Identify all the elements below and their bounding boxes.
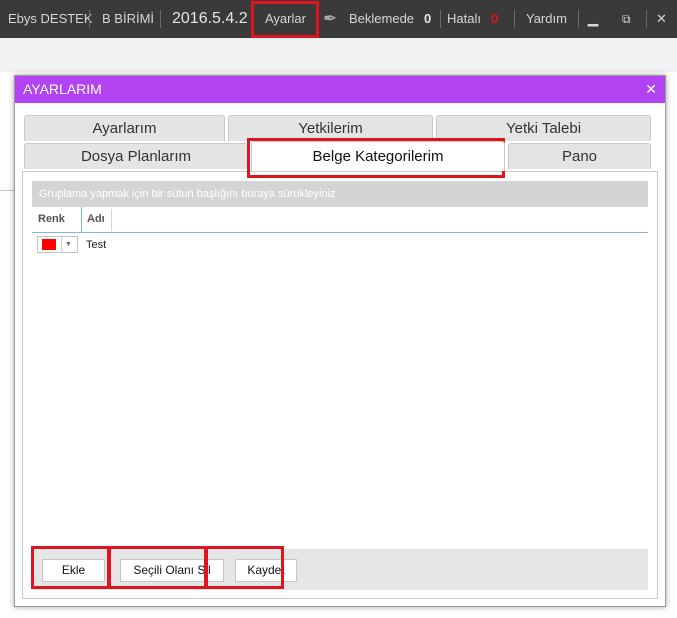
category-name: Test <box>86 239 107 251</box>
dialog-title: AYARLARIM <box>23 81 102 97</box>
close-icon[interactable]: ✕ <box>645 76 657 103</box>
help-menu-item[interactable]: Yardım <box>526 0 567 38</box>
divider <box>514 10 515 28</box>
delete-selected-button[interactable]: Seçili Olanı Sil <box>120 559 224 582</box>
tab-panel: Gruplama yapmak için bir sütun başlığını… <box>22 171 658 599</box>
pending-count: 0 <box>424 11 432 26</box>
add-button[interactable]: Ekle <box>42 559 105 582</box>
app-top-bar: Ebys DESTEK B BİRİMİ 2016.5.4.2 Ayarlar … <box>0 0 677 38</box>
chevron-down-icon[interactable]: ▼ <box>65 237 72 252</box>
pen-icon: ✒ <box>323 9 338 28</box>
divider <box>61 237 62 252</box>
tab-pano[interactable]: Pano <box>508 143 651 169</box>
column-divider <box>111 209 112 231</box>
table-row[interactable]: ▼ Test <box>32 233 648 257</box>
error-count: 0 <box>491 11 499 26</box>
error-label[interactable]: Hatalı <box>447 0 481 38</box>
pending-label[interactable]: Beklemede <box>349 0 414 38</box>
group-drop-area[interactable]: Gruplama yapmak için bir sütun başlığını… <box>32 181 648 207</box>
tab-yetki-talebi[interactable]: Yetki Talebi <box>436 115 651 141</box>
grid-header: Renk Adı <box>32 207 648 233</box>
minimize-icon[interactable]: ▁ <box>588 0 598 38</box>
divider <box>89 10 90 28</box>
button-bar: Ekle Seçili Olanı Sil Kaydet <box>32 549 648 590</box>
dialog-title-bar[interactable]: AYARLARIM ✕ <box>15 76 665 103</box>
unit-name[interactable]: B BİRİMİ <box>102 0 154 38</box>
restore-icon[interactable]: ⧉ <box>622 0 631 38</box>
save-button[interactable]: Kaydet <box>235 559 297 582</box>
settings-dialog: AYARLARIM ✕ Ayarlarım Yetkilerim Yetki T… <box>14 75 666 607</box>
color-swatch <box>42 239 56 250</box>
tab-ayarlarim[interactable]: Ayarlarım <box>24 115 225 141</box>
divider <box>160 10 161 28</box>
user-name[interactable]: Ebys DESTEK <box>8 0 93 38</box>
column-header-name[interactable]: Adı <box>87 207 105 232</box>
divider <box>578 10 579 28</box>
tab-yetkilerim[interactable]: Yetkilerim <box>228 115 433 141</box>
close-icon[interactable]: ✕ <box>656 0 667 38</box>
version-label: 2016.5.4.2 <box>172 10 248 27</box>
column-divider <box>81 207 82 232</box>
settings-menu-item[interactable]: Ayarlar <box>265 0 306 38</box>
divider <box>0 190 14 191</box>
column-header-color[interactable]: Renk <box>38 207 65 232</box>
divider <box>440 10 441 28</box>
tab-belge-kategorilerim[interactable]: Belge Kategorilerim <box>251 141 505 171</box>
divider <box>646 10 647 28</box>
color-picker[interactable]: ▼ <box>37 236 78 253</box>
tab-dosya-planlarim[interactable]: Dosya Planlarım <box>24 143 248 169</box>
